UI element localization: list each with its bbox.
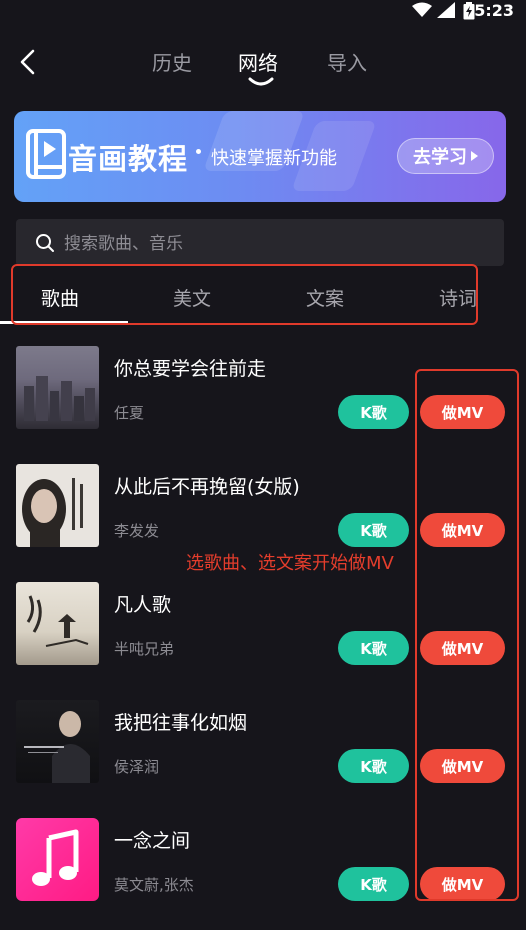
chevron-right-icon [471, 151, 478, 161]
search-input[interactable] [62, 219, 486, 268]
music-note-icon [32, 829, 79, 886]
wifi-icon [412, 2, 432, 17]
song-title: 从此后不再挽留(女版) [114, 476, 300, 498]
back-arrow-icon[interactable] [14, 46, 42, 78]
song-title: 你总要学会往前走 [114, 358, 267, 380]
karaoke-button[interactable]: K歌 [338, 513, 409, 547]
learn-button[interactable]: 去学习 [397, 138, 494, 174]
album-cover [16, 464, 99, 547]
banner-title: 音画教程 [68, 142, 189, 176]
karaoke-button[interactable]: K歌 [338, 395, 409, 429]
karaoke-button[interactable]: K歌 [338, 631, 409, 665]
karaoke-button[interactable]: K歌 [338, 749, 409, 783]
book-icon [26, 129, 66, 179]
song-title: 一念之间 [114, 830, 191, 852]
banner-subtitle: 快速掌握新功能 [211, 148, 337, 169]
learn-button-label: 去学习 [413, 147, 467, 168]
karaoke-button[interactable]: K歌 [338, 867, 409, 901]
status-time: 5:23 [474, 1, 514, 20]
battery-charging-icon [463, 2, 475, 20]
category-highlight-box [11, 264, 478, 325]
status-bar: 5:23 [0, 0, 526, 22]
tab-history[interactable]: 历史 [152, 47, 192, 76]
tab-network[interactable]: 网络 [238, 47, 278, 76]
album-cover [16, 582, 99, 665]
search-bar[interactable] [16, 219, 504, 268]
tab-import[interactable]: 导入 [327, 47, 367, 76]
active-tab-indicator [248, 77, 274, 86]
song-title: 我把往事化如烟 [114, 712, 248, 734]
song-artist: 半吨兄弟 [114, 640, 175, 658]
song-title: 凡人歌 [114, 594, 172, 616]
mv-buttons-highlight-box [415, 369, 519, 901]
album-cover [16, 818, 99, 901]
song-artist: 任夏 [114, 404, 145, 422]
annotation-text: 选歌曲、选文案开始做MV [186, 553, 394, 574]
banner-separator [196, 149, 201, 154]
song-artist: 侯泽润 [114, 758, 160, 776]
signal-icon [437, 2, 455, 18]
search-icon [36, 234, 54, 252]
album-cover [16, 346, 99, 429]
album-cover [16, 700, 99, 783]
song-artist: 莫文蔚,张杰 [114, 876, 194, 894]
song-artist: 李发发 [114, 522, 160, 540]
tutorial-banner[interactable]: 音画教程 快速掌握新功能 去学习 [14, 111, 506, 202]
